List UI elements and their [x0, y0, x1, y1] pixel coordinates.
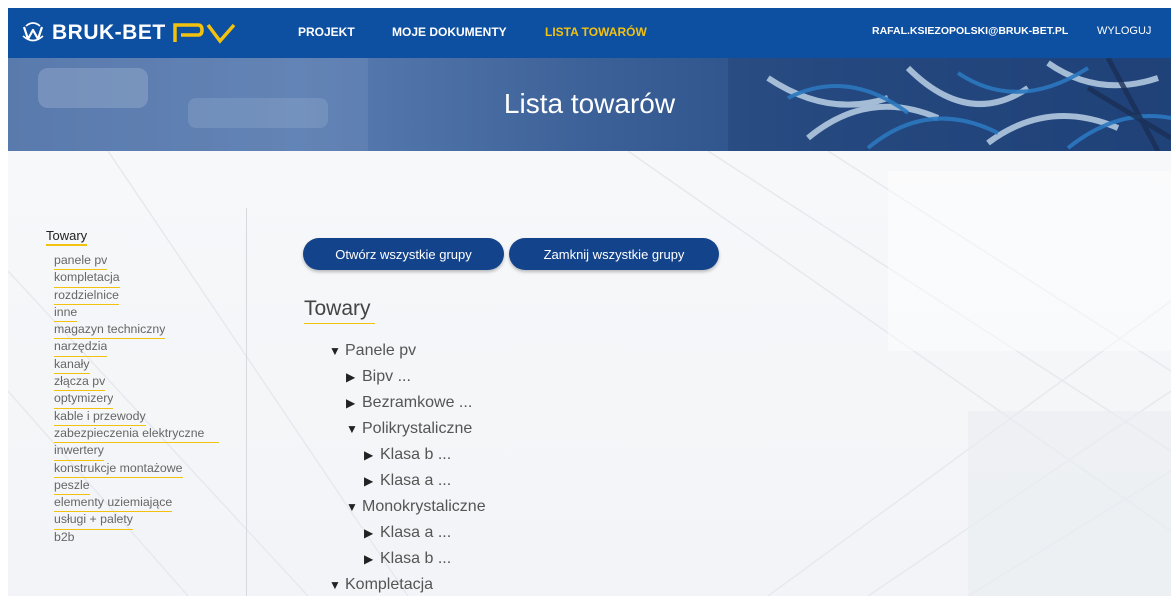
tree-node-monokrystaliczne[interactable]: ▼ Monokrystaliczne [346, 497, 486, 517]
caret-right-icon: ▶ [364, 552, 374, 566]
sidebar-item-zabezpieczenia-elektryczne[interactable]: zabezpieczenia elektryczne [54, 426, 219, 444]
tree-node-mono-klasa-b[interactable]: ▶ Klasa b ... [364, 549, 451, 569]
sidebar-item-zlacza-pv[interactable]: złącza pv [54, 374, 106, 392]
nav-lista-towarow[interactable]: LISTA TOWARÓW [545, 25, 647, 39]
sidebar-title[interactable]: Towary [46, 228, 88, 246]
sidebar-item-konstrukcje-montazowe[interactable]: konstrukcje montażowe [54, 461, 183, 478]
tree-node-label: Kompletacja [345, 576, 434, 593]
caret-down-icon: ▼ [346, 500, 358, 514]
tree-node-bezramkowe[interactable]: ▶ Bezramkowe ... [346, 393, 472, 413]
sidebar-item-inne[interactable]: inne [54, 305, 78, 323]
sidebar-item-b2b[interactable]: b2b [54, 530, 75, 547]
caret-right-icon: ▶ [364, 474, 374, 488]
hero-banner: Lista towarów [8, 58, 1171, 151]
tree-title: Towary [304, 297, 375, 324]
tree-node-label: Bipv ... [362, 368, 411, 385]
tree-node-label: Klasa b ... [380, 550, 452, 567]
sidebar-divider [246, 208, 247, 596]
sidebar-item-elementy-uziemiajace[interactable]: elementy uziemiające [54, 495, 173, 513]
tree-node-mono-klasa-a[interactable]: ▶ Klasa a ... [364, 523, 451, 543]
open-all-groups-button[interactable]: Otwórz wszystkie grupy [303, 238, 504, 270]
close-all-groups-button[interactable]: Zamknij wszystkie grupy [509, 238, 719, 270]
caret-right-icon: ▶ [364, 526, 374, 540]
tree-node-label: Monokrystaliczne [362, 498, 486, 515]
sidebar-item-narzedzia[interactable]: narzędzia [54, 339, 108, 357]
caret-right-icon: ▶ [346, 370, 356, 384]
sidebar-item-kable-i-przewody[interactable]: kable i przewody [54, 409, 146, 426]
sidebar-category-list: panele pv kompletacja rozdzielnice inne … [54, 253, 219, 547]
logout-link[interactable]: WYLOGUJ [1097, 25, 1151, 37]
caret-down-icon: ▼ [329, 578, 341, 592]
page-frame: BRUK-BET PROJEKT MOJE DOKUMENTY LISTA TO… [8, 8, 1171, 596]
sidebar-item-inwertery[interactable]: inwertery [54, 443, 104, 461]
tree-node-panele-pv[interactable]: ▼ Panele pv [329, 341, 416, 361]
sidebar-item-peszle[interactable]: peszle [54, 478, 90, 496]
logo-pv-mark [172, 23, 235, 44]
sidebar-item-kanaly[interactable]: kanały [54, 357, 90, 375]
logo-mark-icon [22, 22, 44, 42]
tree-node-poli-klasa-b[interactable]: ▶ Klasa b ... [364, 445, 451, 465]
sidebar-item-panele-pv[interactable]: panele pv [54, 253, 108, 271]
tree-node-kompletacja[interactable]: ▼ Kompletacja [329, 575, 433, 595]
top-navbar: BRUK-BET PROJEKT MOJE DOKUMENTY LISTA TO… [8, 8, 1171, 58]
tree-node-label: Panele pv [345, 342, 417, 359]
sidebar-item-kompletacja[interactable]: kompletacja [54, 270, 120, 288]
tree-node-bipv[interactable]: ▶ Bipv ... [346, 367, 411, 387]
tree-node-label: Klasa a ... [380, 472, 452, 489]
tree-node-poli-klasa-a[interactable]: ▶ Klasa a ... [364, 471, 451, 491]
sidebar-item-magazyn-techniczny[interactable]: magazyn techniczny [54, 322, 166, 340]
user-email-link[interactable]: RAFAL.KSIEZOPOLSKI@BRUK-BET.PL [872, 25, 1068, 37]
caret-down-icon: ▼ [329, 344, 341, 358]
nav-moje-dokumenty[interactable]: MOJE DOKUMENTY [392, 25, 507, 39]
tree-node-label: Bezramkowe ... [362, 394, 473, 411]
sidebar-item-rozdzielnice[interactable]: rozdzielnice [54, 288, 119, 305]
tree-node-label: Klasa b ... [380, 446, 452, 463]
caret-down-icon: ▼ [346, 422, 358, 436]
sidebar-item-uslugi-palety[interactable]: usługi + palety [54, 512, 133, 530]
nav-projekt[interactable]: PROJEKT [298, 25, 355, 39]
tree-node-label: Klasa a ... [380, 524, 452, 541]
caret-right-icon: ▶ [364, 448, 374, 462]
brand-logo[interactable]: BRUK-BET [20, 18, 238, 48]
page-title: Lista towarów [503, 88, 676, 119]
tree-node-label: Polikrystaliczne [362, 420, 473, 437]
logo-text: BRUK-BET [52, 21, 166, 44]
sidebar-item-optymizery[interactable]: optymizery [54, 391, 114, 409]
tree-node-polikrystaliczne[interactable]: ▼ Polikrystaliczne [346, 419, 472, 439]
caret-right-icon: ▶ [346, 396, 356, 410]
